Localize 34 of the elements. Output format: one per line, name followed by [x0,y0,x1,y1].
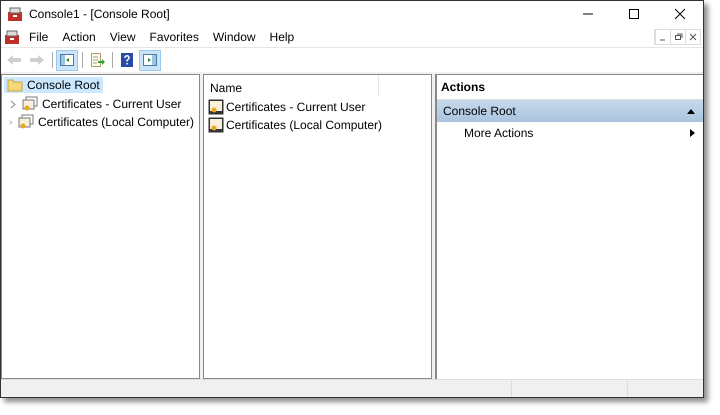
submenu-arrow-icon[interactable] [690,129,695,137]
list-item[interactable]: Certificates (Local Computer) [204,116,431,134]
window-title: Console1 - [Console Root] [29,7,170,21]
certificate-icon [208,117,224,133]
action-section-header[interactable]: Console Root [437,100,703,122]
tree-item[interactable]: Certificates (Local Computer) [14,113,197,131]
help-icon [119,52,135,68]
pane-toggle-button[interactable] [139,50,161,70]
menu-item[interactable]: Window [206,30,263,44]
menu-item[interactable]: File [22,30,56,44]
menu-item[interactable]: Help [262,30,302,44]
restore-button[interactable] [670,30,685,44]
toolbox-icon[interactable] [4,29,20,45]
collapse-triangle-icon[interactable] [687,108,695,114]
certificate-icon [22,96,38,112]
pane-window-icon [59,52,75,68]
menu-item[interactable]: View [102,30,142,44]
pane-window-icon [142,52,158,68]
tree-item[interactable]: Console Root [4,77,103,93]
left-arrow-icon [6,52,22,68]
folder-icon [7,78,23,92]
certificate-icon [18,114,34,130]
right-arrow-icon [29,52,45,68]
menu-item[interactable]: Favorites [142,30,206,44]
action-link[interactable]: More Actions [464,126,534,140]
section-title: Console Root [443,104,516,118]
list-item[interactable]: Certificates - Current User [204,98,431,116]
tree-item[interactable]: Certificates - Current User [19,95,184,113]
toolbox-icon [7,6,23,22]
column-header[interactable]: Name [204,75,379,97]
document-arrow-icon [89,52,105,68]
pane-toggle-button[interactable] [56,50,78,70]
menu-item[interactable]: Action [55,30,103,44]
certificate-icon [208,99,224,115]
